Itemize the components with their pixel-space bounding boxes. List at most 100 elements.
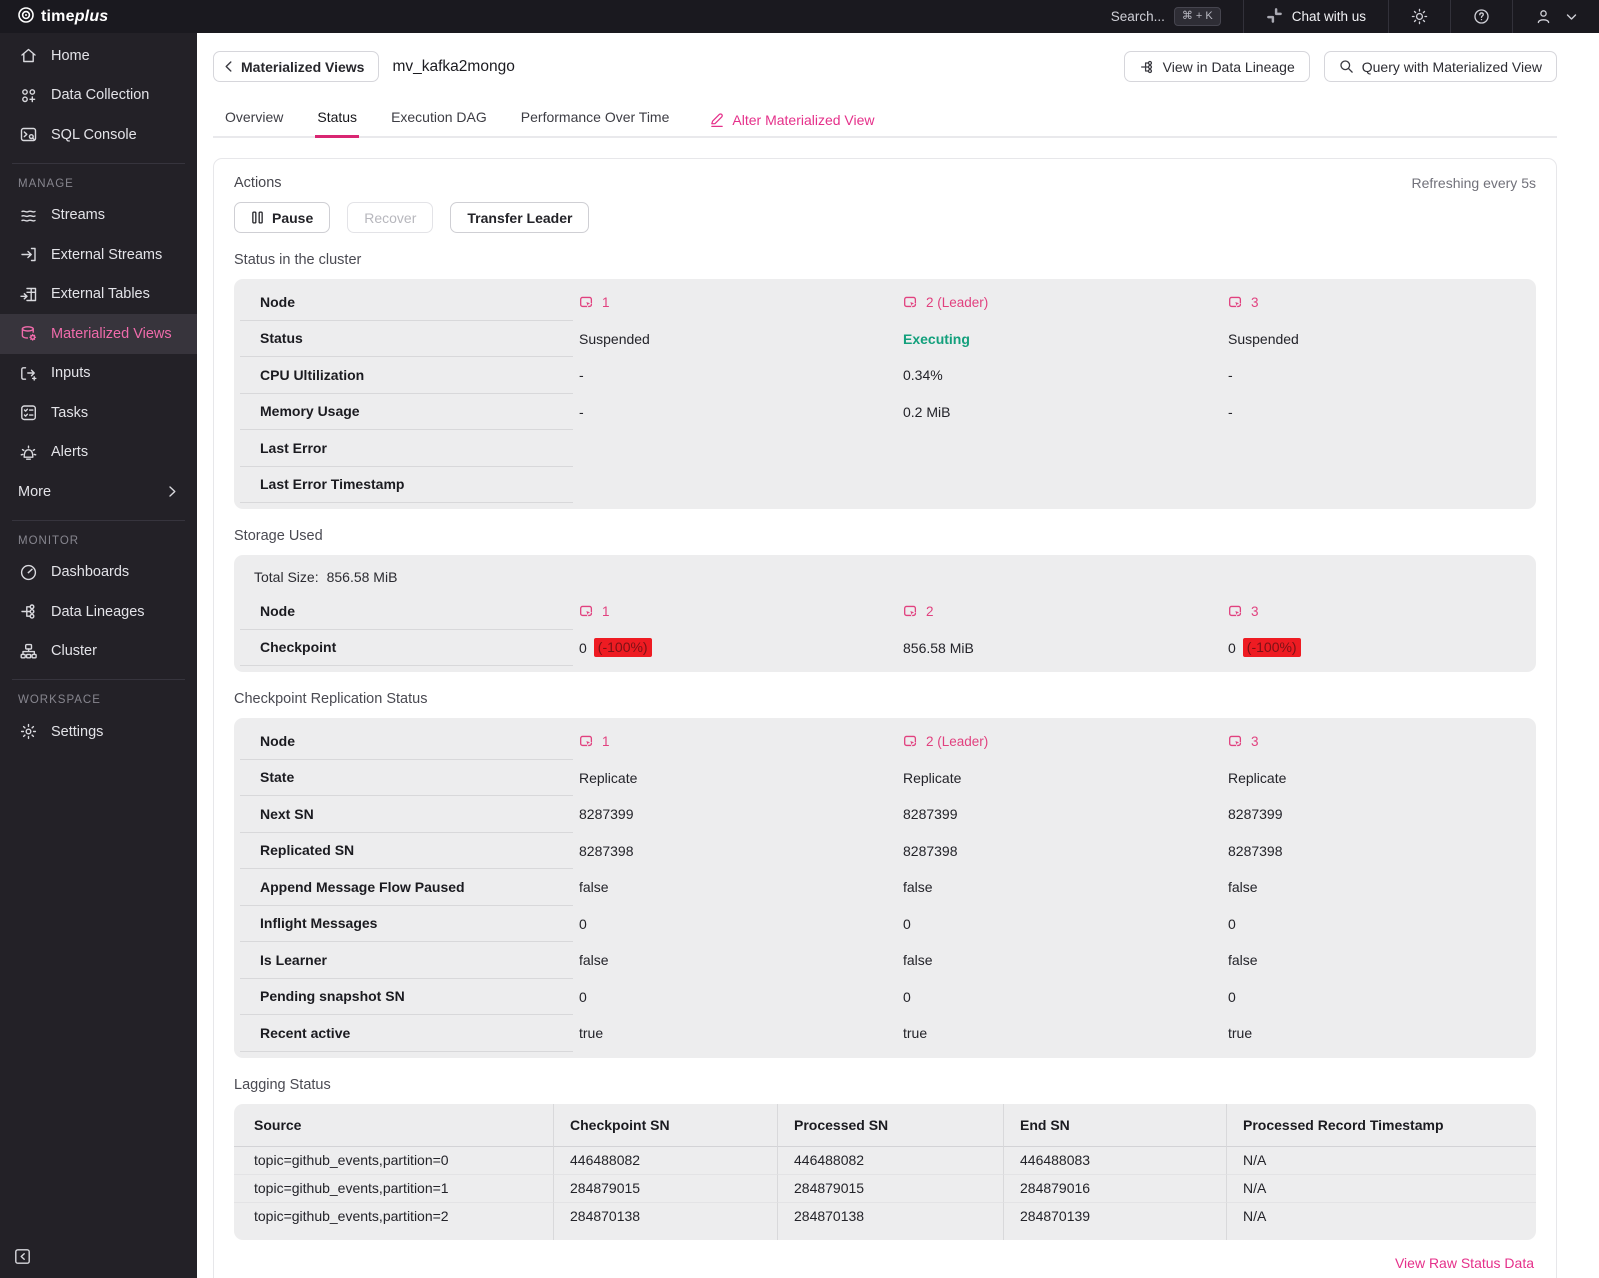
external-streams-icon: [18, 245, 38, 264]
node-3-cell: 3: [1228, 295, 1259, 310]
table-row: topic=github_events,partition=0 44648808…: [234, 1146, 1536, 1174]
sidebar-item-alerts[interactable]: Alerts: [0, 433, 197, 473]
view-in-data-lineage-button[interactable]: View in Data Lineage: [1123, 51, 1310, 82]
status-card: Actions Refreshing every 5s Pause Recove…: [213, 158, 1557, 1278]
table-row: CPU Ultilization - 0.34% -: [234, 357, 1536, 394]
node-icon: [1229, 605, 1242, 617]
sidebar-divider: [12, 162, 185, 164]
sidebar-item-streams[interactable]: Streams: [0, 196, 197, 236]
settings-icon: [18, 722, 38, 741]
alter-materialized-view-link[interactable]: Alter Materialized View: [707, 104, 876, 138]
sidebar-item-materialized-views[interactable]: Materialized Views: [0, 314, 197, 354]
search-trigger[interactable]: Search... ⌘ + K: [1089, 0, 1243, 33]
table-row: topic=github_events,partition=2 28487013…: [234, 1201, 1536, 1229]
table-row: State Replicate Replicate Replicate: [234, 760, 1536, 796]
node-icon: [904, 296, 917, 308]
total-size-value: 856.58 MiB: [326, 569, 398, 585]
cluster-status-table: Node 1 2 (Leader) 3 Status Suspended Exe…: [234, 279, 1536, 509]
recover-button[interactable]: Recover: [347, 202, 434, 233]
node-icon: [904, 605, 917, 617]
chat-with-us-button[interactable]: Chat with us: [1244, 0, 1388, 33]
column-header: Processed SN: [777, 1103, 1003, 1147]
timeplus-logo-icon: [17, 6, 35, 27]
alerts-icon: [18, 443, 38, 462]
sidebar-item-external-tables[interactable]: External Tables: [0, 275, 197, 315]
timeplus-logo[interactable]: timeplus: [0, 6, 108, 27]
column-header: End SN: [1003, 1103, 1226, 1147]
table-row: topic=github_events,partition=1 28487901…: [234, 1174, 1536, 1202]
table-filler-row: [234, 1229, 1536, 1240]
tab-performance-over-time[interactable]: Performance Over Time: [519, 101, 672, 138]
view-raw-status-data-link[interactable]: View Raw Status Data: [1395, 1255, 1534, 1271]
page-header: Materialized Views mv_kafka2mongo View i…: [213, 51, 1557, 82]
storage-used-table: Total Size: 856.58 MiB Node 1 2 3 Checkpo…: [234, 555, 1536, 672]
home-icon: [18, 46, 38, 65]
node-1-cell: 1: [579, 604, 610, 619]
actions-title: Actions: [234, 175, 282, 191]
node-icon: [904, 735, 917, 747]
transfer-leader-button[interactable]: Transfer Leader: [450, 202, 590, 233]
sidebar-section-workspace: WORKSPACE: [18, 694, 101, 706]
sidebar-item-dashboards[interactable]: Dashboards: [0, 553, 197, 593]
user-icon: [1537, 10, 1550, 24]
node-icon: [1229, 735, 1242, 747]
replication-status-heading: Checkpoint Replication Status: [234, 691, 428, 707]
sidebar-item-sql-console[interactable]: SQL Console: [0, 115, 197, 155]
tab-overview[interactable]: Overview: [223, 101, 285, 138]
node-1-cell: 1: [579, 295, 610, 310]
chevron-right-icon: [169, 486, 176, 497]
dashboards-icon: [18, 563, 38, 582]
storage-used-heading: Storage Used: [234, 528, 323, 544]
account-menu[interactable]: [1513, 0, 1599, 33]
streams-icon: [18, 206, 38, 225]
status-value: Suspended: [1228, 330, 1299, 347]
query-with-materialized-view-button[interactable]: Query with Materialized View: [1323, 51, 1557, 82]
tab-execution-dag[interactable]: Execution DAG: [389, 101, 489, 138]
help-icon: [1474, 9, 1489, 24]
sidebar-item-data-lineages[interactable]: Data Lineages: [0, 592, 197, 632]
data-collection-icon: [18, 86, 38, 105]
slack-icon: [1266, 7, 1283, 27]
node-3-cell: 3: [1228, 604, 1259, 619]
sidebar-divider: [12, 519, 185, 521]
sidebar-item-more[interactable]: More: [0, 472, 197, 512]
action-buttons: Pause Recover Transfer Leader: [234, 202, 1536, 233]
refresh-interval-note[interactable]: Refreshing every 5s: [1411, 175, 1536, 191]
table-row: Next SN 8287399 8287399 8287399: [234, 796, 1536, 833]
table-row: Last Error: [234, 430, 1536, 467]
table-row: Memory Usage - 0.2 MiB -: [234, 394, 1536, 430]
sidebar-item-tasks[interactable]: Tasks: [0, 393, 197, 433]
sidebar-item-external-streams[interactable]: External Streams: [0, 235, 197, 275]
lagging-status-heading: Lagging Status: [234, 1076, 331, 1093]
page-title: mv_kafka2mongo: [392, 57, 515, 75]
table-row: Status Suspended Executing Suspended: [234, 321, 1536, 357]
sidebar-item-settings[interactable]: Settings: [0, 712, 197, 752]
back-to-materialized-views-button[interactable]: Materialized Views: [213, 51, 380, 82]
cluster-status-heading: Status in the cluster: [234, 252, 362, 268]
help-button[interactable]: [1451, 0, 1512, 33]
pencil-icon: [711, 113, 724, 128]
sidebar-section-monitor: MONITOR: [18, 534, 80, 547]
tab-status[interactable]: Status: [315, 101, 360, 138]
sidebar-item-inputs[interactable]: Inputs: [0, 354, 197, 394]
node-1-cell: 1: [579, 734, 610, 749]
table-row: Recent active true true true: [234, 1015, 1536, 1052]
external-tables-icon: [18, 285, 38, 304]
checkpoint-delta-badge: (-100%): [1242, 638, 1301, 658]
sidebar-item-data-collection[interactable]: Data Collection: [0, 76, 197, 116]
main-content: Materialized Views mv_kafka2mongo View i…: [197, 33, 1599, 1278]
node-3-cell: 3: [1228, 734, 1259, 749]
theme-toggle-button[interactable]: [1389, 0, 1450, 33]
table-row: Inflight Messages 0 0 0: [234, 906, 1536, 942]
sidebar-item-cluster[interactable]: Cluster: [0, 632, 197, 672]
table-row: Node 1 2 (Leader) 3: [234, 723, 1536, 760]
cluster-icon: [18, 642, 38, 661]
table-row: Checkpoint 0 (-100%) 856.58 MiB 0 (-100%): [234, 630, 1536, 666]
node-icon: [580, 735, 593, 747]
node-2-cell: 2 (Leader): [903, 295, 988, 310]
pause-button[interactable]: Pause: [234, 202, 331, 233]
data-lineages-icon: [18, 602, 38, 621]
sidebar-collapse-button[interactable]: [13, 1247, 32, 1266]
brand-text: timeplus: [41, 7, 109, 25]
sidebar-item-home[interactable]: Home: [0, 36, 197, 76]
